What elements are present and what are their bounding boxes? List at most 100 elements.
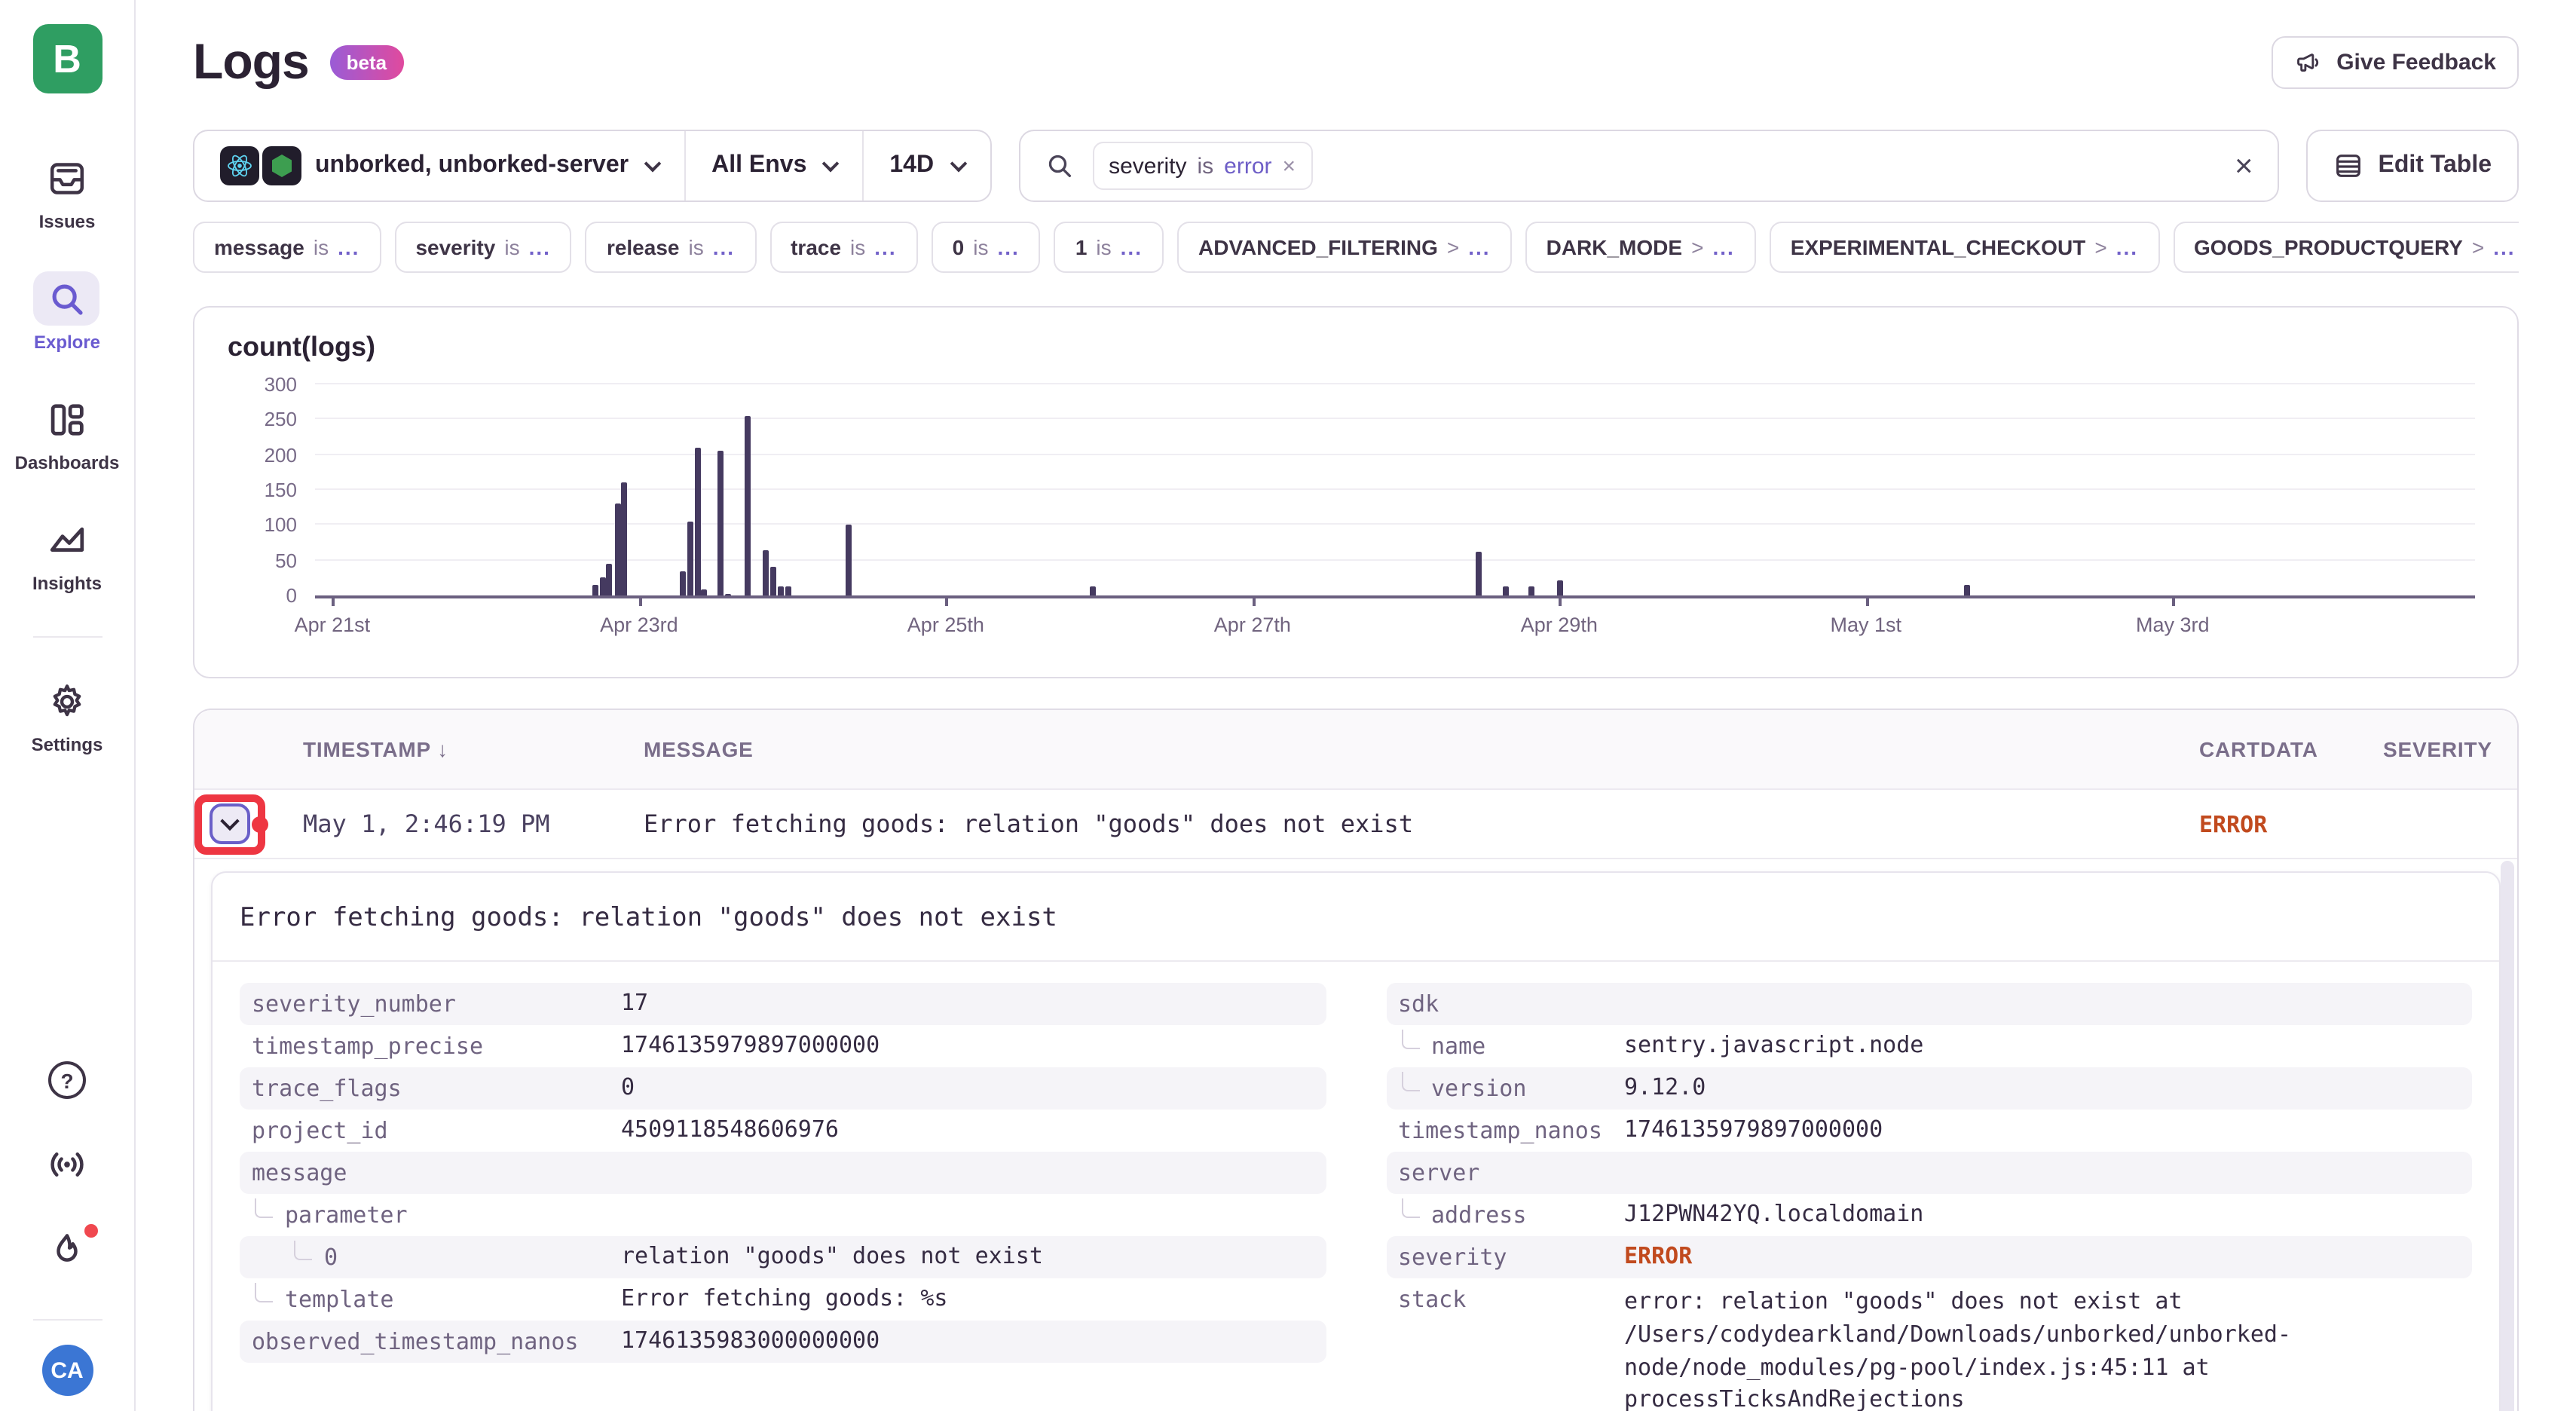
chart-bar — [1964, 585, 1970, 595]
x-axis-tick — [1866, 595, 1869, 606]
detail-kv-row: observed_timestamp_nanos1746135983000000… — [240, 1321, 1326, 1363]
bar-chart-plot: 050100150200250300Apr 21stApr 23rdApr 25… — [315, 384, 2475, 598]
org-logo[interactable]: B — [32, 24, 102, 93]
x-axis-tick-label: Apr 21st — [295, 614, 371, 636]
sidebar-item-dashboards[interactable]: Dashboards — [15, 392, 120, 473]
chip-key: GOODS_PRODUCTQUERY — [2194, 235, 2463, 259]
chip-key: release — [607, 235, 680, 259]
log-severity-value: ERROR — [2199, 810, 2383, 837]
detail-kv-row: parameter — [240, 1194, 1326, 1236]
date-range-selector[interactable]: 14D — [862, 131, 990, 200]
broadcast-button[interactable] — [47, 1144, 87, 1185]
kv-value: ERROR — [1624, 1241, 1692, 1274]
megaphone-icon — [2294, 47, 2323, 76]
gridline — [315, 418, 2475, 420]
kv-value: sentry.javascript.node — [1624, 1030, 1923, 1063]
environment-selector-label: All Envs — [711, 152, 806, 179]
filter-chip[interactable]: DARK_MODE>... — [1525, 222, 1756, 273]
whats-new-button[interactable] — [47, 1230, 87, 1271]
sidebar-item-explore[interactable]: Explore — [34, 271, 100, 353]
project-selector[interactable]: unborked, unborked-server — [194, 131, 684, 200]
filter-chip[interactable]: traceis... — [769, 222, 918, 273]
filter-chip[interactable]: ADVANCED_FILTERING>... — [1177, 222, 1512, 273]
log-table-row[interactable]: May 1, 2:46:19 PM Error fetching goods: … — [194, 790, 2517, 859]
detail-title: Error fetching goods: relation "goods" d… — [240, 903, 2472, 933]
sidebar-item-issues[interactable]: Issues — [34, 151, 100, 232]
user-avatar[interactable]: CA — [41, 1345, 93, 1396]
chart-bar — [778, 587, 784, 595]
page-title: Logs — [193, 33, 309, 90]
kv-key: parameter — [252, 1201, 621, 1229]
filter-chip[interactable]: releaseis... — [586, 222, 756, 273]
vertical-scrollbar[interactable] — [2501, 861, 2514, 1411]
beta-badge: beta — [330, 44, 403, 79]
chip-key: DARK_MODE — [1547, 235, 1682, 259]
column-header-message[interactable]: MESSAGE — [644, 737, 2199, 761]
environment-selector[interactable]: All Envs — [684, 131, 862, 200]
log-detail-panel: Error fetching goods: relation "goods" d… — [211, 871, 2501, 1411]
table-icon — [2333, 151, 2363, 181]
chart-bar — [1090, 587, 1096, 595]
kv-key: template — [252, 1286, 621, 1313]
detail-kv-row: sdk — [1386, 983, 2472, 1025]
dashboards-icon — [34, 392, 100, 446]
column-header-cartdata[interactable]: CARTDATA — [2199, 737, 2383, 761]
insights-icon — [34, 513, 100, 567]
sidebar-item-settings[interactable]: Settings — [32, 674, 103, 755]
give-feedback-label: Give Feedback — [2336, 49, 2496, 75]
y-axis-tick-label: 150 — [228, 479, 297, 501]
x-axis-tick — [639, 595, 642, 606]
chart-bar — [694, 448, 700, 595]
search-token[interactable]: severity is error × — [1092, 142, 1312, 190]
kv-value: relation "goods" does not exist — [621, 1241, 1043, 1274]
chart-bar — [679, 571, 685, 595]
sidebar-item-insights[interactable]: Insights — [32, 513, 102, 594]
chart-bar — [770, 568, 776, 595]
chip-key: message — [214, 235, 304, 259]
filter-chip[interactable]: severityis... — [394, 222, 571, 273]
x-axis-tick-label: Apr 27th — [1214, 614, 1291, 636]
sidebar-item-label: Dashboards — [15, 452, 120, 473]
sidebar-divider — [32, 1319, 102, 1321]
kv-key: sdk — [1398, 990, 1624, 1018]
filter-chip[interactable]: 0is... — [932, 222, 1041, 273]
filter-chip[interactable]: messageis... — [193, 222, 381, 273]
token-remove-icon[interactable]: × — [1283, 153, 1296, 179]
column-header-timestamp[interactable]: TIMESTAMP ↓ — [303, 737, 644, 761]
x-axis-tick-label: May 3rd — [2136, 614, 2210, 636]
edit-table-button[interactable]: Edit Table — [2305, 130, 2519, 202]
detail-kv-row: namesentry.javascript.node — [1386, 1025, 2472, 1067]
chart-bar — [1557, 580, 1563, 595]
chip-operator: > — [2094, 235, 2106, 259]
token-key: severity — [1109, 153, 1186, 179]
y-axis-tick-label: 200 — [228, 443, 297, 466]
table-header-row: TIMESTAMP ↓ MESSAGE CARTDATA SEVERITY — [194, 710, 2517, 790]
search-clear-icon[interactable]: × — [2235, 150, 2253, 182]
filter-chip[interactable]: EXPERIMENTAL_CHECKOUT>... — [1770, 222, 2159, 273]
chart-bar — [599, 578, 605, 595]
chart-title: count(logs) — [228, 332, 2484, 363]
filter-chip[interactable]: GOODS_PRODUCTQUERY>... — [2173, 222, 2519, 273]
y-axis-tick-label: 250 — [228, 409, 297, 431]
y-axis-tick-label: 100 — [228, 514, 297, 537]
project-icons — [220, 146, 301, 185]
search-input[interactable]: severity is error × × — [1018, 130, 2278, 202]
log-timestamp: May 1, 2:46:19 PM — [303, 810, 644, 838]
tree-connector — [255, 1198, 273, 1217]
give-feedback-button[interactable]: Give Feedback — [2272, 35, 2519, 88]
chip-operator: > — [2472, 235, 2484, 259]
chart-bar — [846, 525, 852, 595]
chip-operator: is — [973, 235, 988, 259]
filter-chip[interactable]: 1is... — [1054, 222, 1164, 273]
chevron-down-icon — [644, 155, 662, 173]
chip-ellipsis: ... — [338, 235, 359, 259]
expand-row-button[interactable] — [210, 803, 250, 844]
chart-bar — [785, 587, 791, 595]
detail-kv-row: templateError fetching goods: %s — [240, 1278, 1326, 1321]
help-button[interactable]: ? — [48, 1061, 86, 1099]
kv-key: address — [1398, 1201, 1624, 1229]
logs-table-card: TIMESTAMP ↓ MESSAGE CARTDATA SEVERITY Ma… — [193, 709, 2519, 1411]
chip-ellipsis: ... — [1121, 235, 1143, 259]
gridline — [315, 488, 2475, 490]
column-header-severity[interactable]: SEVERITY — [2383, 737, 2517, 761]
